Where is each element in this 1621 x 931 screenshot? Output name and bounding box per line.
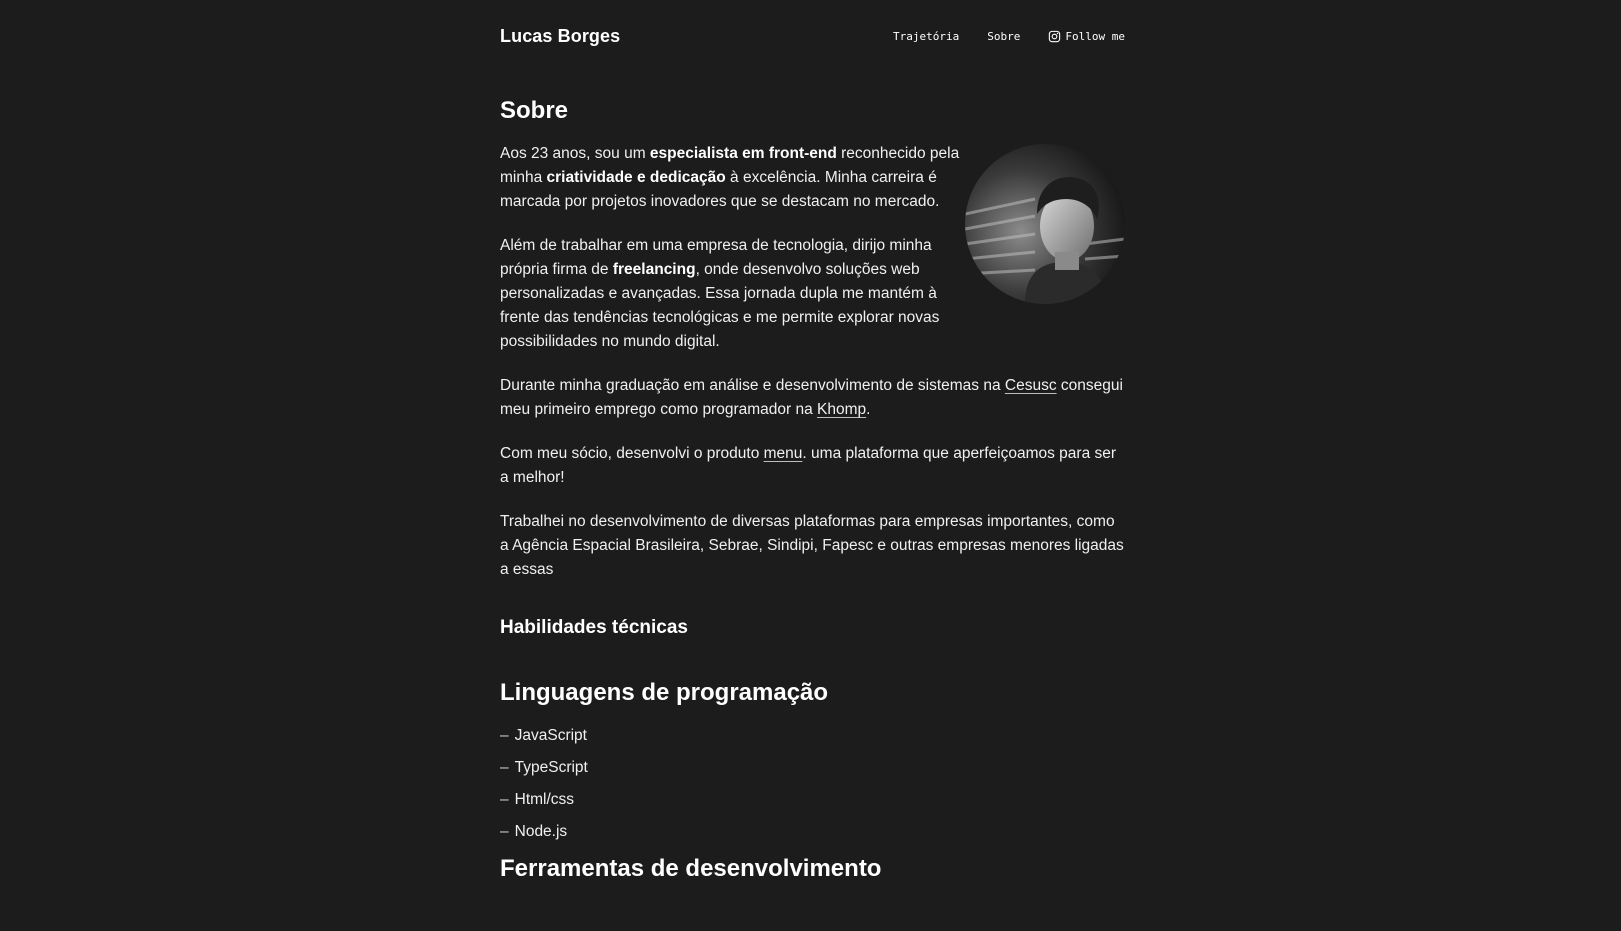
cesusc-link[interactable]: Cesusc — [1005, 377, 1057, 394]
profile-photo-image — [965, 144, 1125, 304]
list-item: – TypeScript — [500, 756, 1125, 780]
skills-heading: Habilidades técnicas — [500, 617, 688, 638]
about-paragraph-5: Trabalhei no desenvolvimento de diversas… — [500, 513, 1124, 578]
list-item: – Html/css — [500, 788, 1125, 812]
highlight-creativity: criatividade e dedicação — [546, 169, 726, 186]
text: Com meu sócio, desenvolvi o produto — [500, 445, 764, 462]
menu-link[interactable]: menu — [764, 445, 803, 462]
main-nav: Trajetória Sobre Follow me — [893, 30, 1125, 43]
tools-heading: Ferramentas de desenvolvimento — [500, 855, 882, 882]
languages-list: – JavaScript – TypeScript – Html/css – Node.… — [500, 724, 1125, 844]
page: Lucas Borges Trajetória Sobre Follow me … — [0, 0, 1621, 931]
highlight-frontend: especialista em front-end — [649, 145, 837, 162]
language-label: Html/css — [514, 791, 575, 808]
about-body: Aos 23 anos, sou um especialista em fron… — [500, 142, 1125, 582]
highlight-freelancing: freelancing — [612, 261, 696, 278]
about-paragraph-4: Com meu sócio, desenvolvi o produto menu… — [500, 442, 1125, 490]
instagram-icon — [1049, 30, 1061, 43]
text: . — [866, 401, 871, 418]
top-bar: Lucas Borges Trajetória Sobre Follow me — [500, 0, 1125, 76]
dash-bullet: – — [500, 727, 509, 744]
text: Durante minha graduação em análise e des… — [500, 377, 1005, 394]
nav-sobre-link[interactable]: Sobre — [987, 30, 1020, 43]
dash-bullet: – — [500, 823, 509, 840]
language-label: TypeScript — [514, 759, 588, 776]
list-item: – JavaScript — [500, 724, 1125, 748]
profile-photo — [965, 144, 1125, 304]
list-item: – Node.js — [500, 820, 1125, 844]
brand-link[interactable]: Lucas Borges — [500, 26, 620, 47]
language-label: JavaScript — [514, 727, 587, 744]
dash-bullet: – — [500, 791, 509, 808]
about-paragraph-3: Durante minha graduação em análise e des… — [500, 374, 1125, 422]
text: Aos 23 anos, sou um — [500, 145, 650, 162]
follow-me-link[interactable]: Follow me — [1048, 30, 1125, 43]
khomp-link[interactable]: Khomp — [817, 401, 866, 418]
content-container: Lucas Borges Trajetória Sobre Follow me … — [500, 0, 1125, 884]
languages-heading: Linguagens de programação — [500, 679, 829, 706]
nav-trajetoria-link[interactable]: Trajetória — [893, 30, 959, 43]
language-label: Node.js — [514, 823, 568, 840]
dash-bullet: – — [500, 759, 509, 776]
follow-me-label: Follow me — [1065, 30, 1125, 43]
about-title: Sobre — [500, 97, 569, 124]
